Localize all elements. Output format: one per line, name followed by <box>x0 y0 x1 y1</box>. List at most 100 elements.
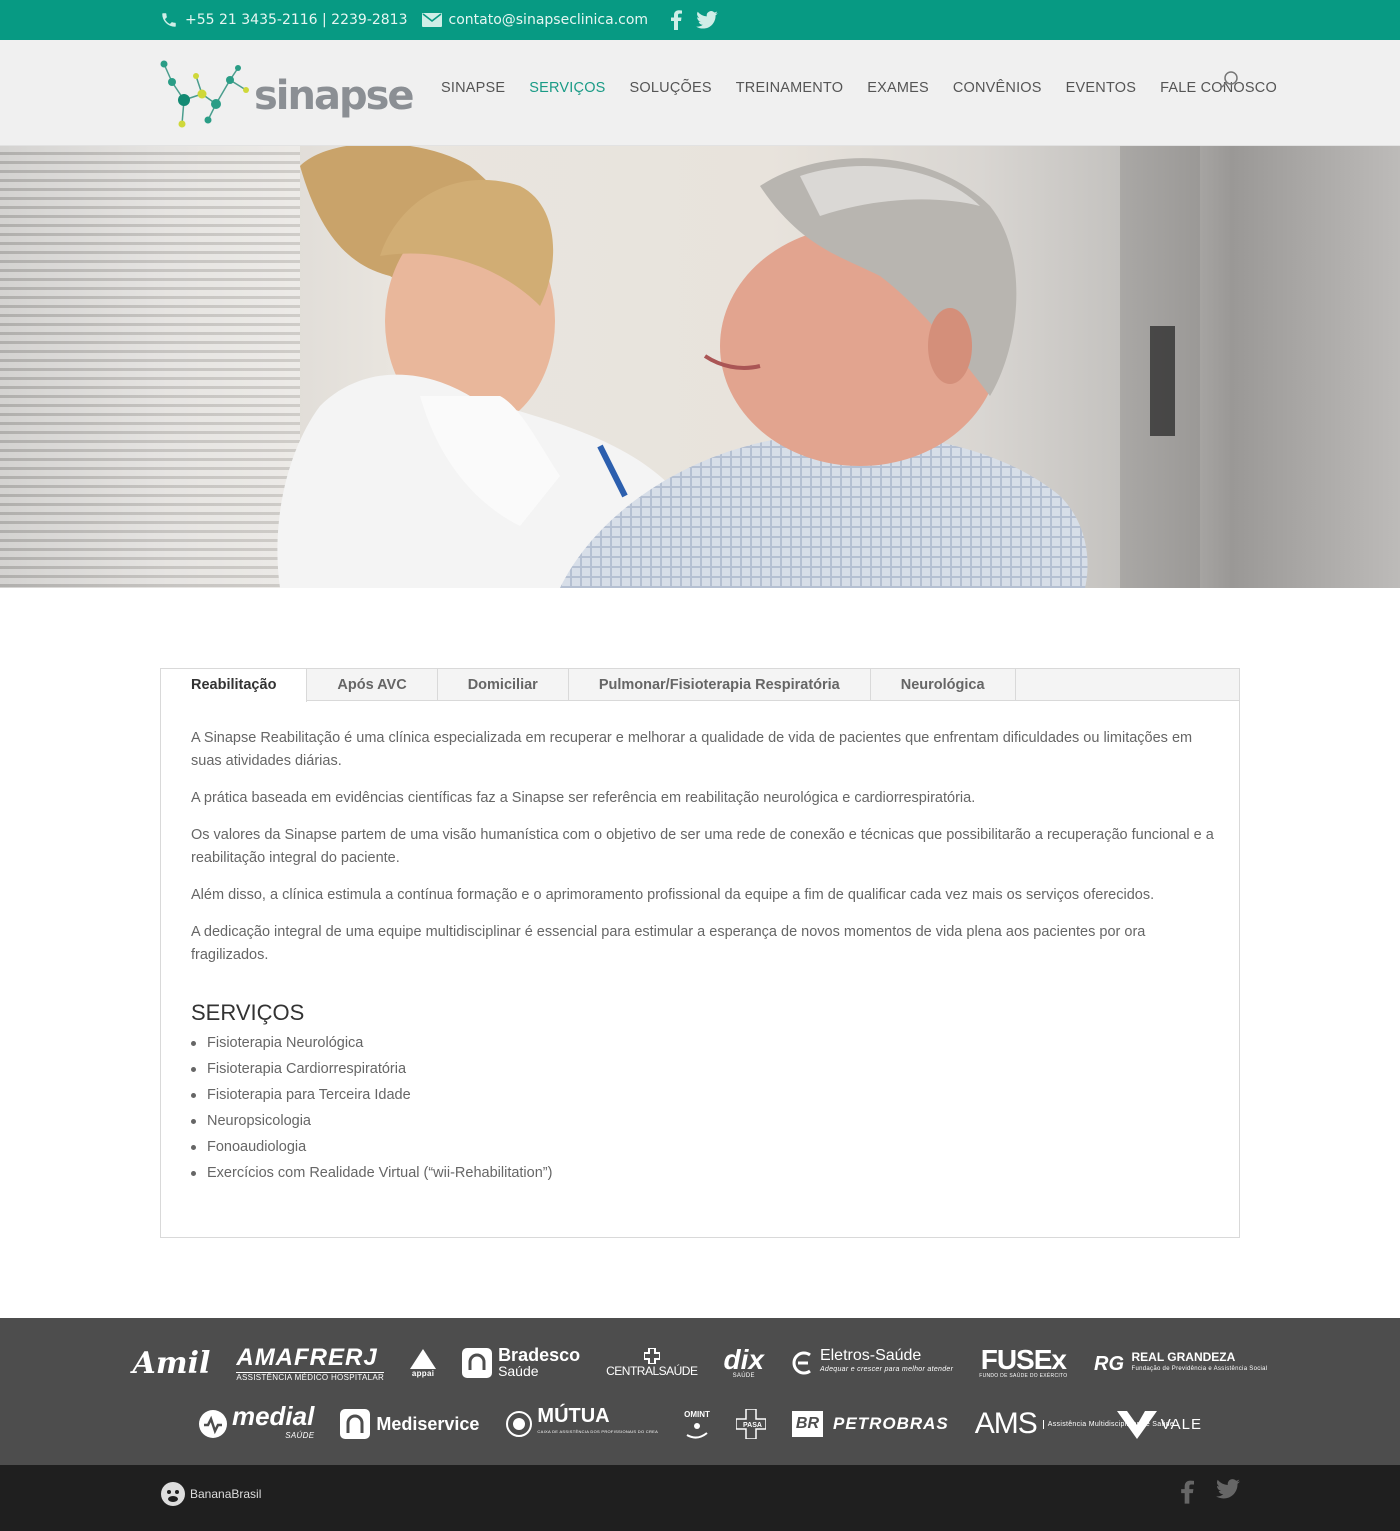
tab-pulmonar[interactable]: Pulmonar/Fisioterapia Respiratória <box>569 669 871 700</box>
tab-content: A Sinapse Reabilitação é uma clínica esp… <box>191 727 1215 1186</box>
medial-icon <box>198 1410 227 1438</box>
partner-medial-text: medial <box>231 1401 315 1431</box>
tab-domiciliar[interactable]: Domiciliar <box>438 669 569 700</box>
partner-vale-text: VALE <box>1160 1415 1203 1433</box>
facebook-icon[interactable] <box>670 10 683 30</box>
partner-amafrerj[interactable]: AMAFRERJ ASSISTÊNCIA MÉDICO HOSPITALAR <box>236 1344 385 1382</box>
partner-amil-text: Amil <box>132 1345 211 1381</box>
pasa-icon: PASA <box>735 1409 766 1439</box>
partner-bradesco-text: Bradesco <box>498 1345 581 1365</box>
phone-icon <box>162 13 176 27</box>
svg-text:RG: RG <box>1094 1353 1124 1373</box>
paragraph: Além disso, a clínica estimula a contínu… <box>191 887 1155 903</box>
footer-social <box>1180 1479 1240 1505</box>
partner-medial-sub: SAÚDE <box>285 1431 315 1440</box>
nav-convenios[interactable]: CONVÊNIOS <box>953 80 1042 96</box>
partner-fusex-sub: FUNDO DE SAÚDE DO EXÉRCITO <box>979 1373 1068 1379</box>
omint-icon <box>686 1422 708 1439</box>
list-item: Fisioterapia Cardiorrespiratória <box>191 1056 1215 1082</box>
list-item: Fonoaudiologia <box>191 1134 1215 1160</box>
partner-dix-text: dix <box>723 1344 764 1375</box>
partner-pasa-text: PASA <box>743 1422 762 1429</box>
email-contact[interactable]: contato@sinapseclinica.com <box>421 12 649 28</box>
mediservice-icon <box>340 1409 371 1439</box>
nav-eventos[interactable]: EVENTOS <box>1066 80 1136 96</box>
partner-omint-text: OMINT <box>684 1409 710 1419</box>
hero-photo-illustration <box>277 146 1200 588</box>
tab-reabilitacao[interactable]: Reabilitação <box>161 669 308 702</box>
nav-treinamento[interactable]: TREINAMENTO <box>736 80 843 96</box>
tab-neurologica[interactable]: Neurológica <box>871 669 1016 700</box>
cross-icon <box>643 1348 660 1364</box>
facebook-icon[interactable] <box>1180 1479 1194 1505</box>
partner-medial[interactable]: medial SAÚDE <box>198 1401 315 1444</box>
paragraph: Os valores da Sinapse partem de uma visã… <box>191 827 1214 866</box>
twitter-icon[interactable] <box>696 11 718 29</box>
nav-servicos[interactable]: SERVIÇOS <box>529 80 605 96</box>
nav-exames[interactable]: EXAMES <box>867 80 929 96</box>
bradesco-icon <box>462 1348 493 1378</box>
partner-fusex[interactable]: FUSEx FUNDO DE SAÚDE DO EXÉRCITO <box>979 1344 1068 1380</box>
nav-fale-conosco[interactable]: FALE CONOSCO <box>1160 80 1277 96</box>
eletros-icon <box>792 1351 811 1375</box>
logo-text: sinapse <box>254 73 415 119</box>
site-footer: BananaBrasil <box>0 1465 1400 1531</box>
logo[interactable]: sinapse <box>158 56 415 130</box>
paragraph: A Sinapse Reabilitação é uma clínica esp… <box>191 730 1193 769</box>
partner-amafrerj-sub: ASSISTÊNCIA MÉDICO HOSPITALAR <box>236 1372 385 1382</box>
vale-icon <box>1116 1411 1157 1439</box>
realgrandeza-icon: RG <box>1094 1353 1124 1373</box>
list-item: Exercícios com Realidade Virtual (“wii-R… <box>191 1160 1215 1186</box>
paragraph: A prática baseada em evidências científi… <box>191 790 976 806</box>
appai-triangle-icon <box>410 1348 437 1369</box>
partner-mediservice[interactable]: Mediservice <box>340 1409 479 1439</box>
partner-fusex-text: FUSEx <box>980 1344 1067 1375</box>
list-item: Fisioterapia para Terceira Idade <box>191 1082 1215 1108</box>
partners-row-2: medial SAÚDE Mediservice MÚTUA CAIXA DE … <box>0 1401 1400 1444</box>
partner-mutua-text: MÚTUA <box>537 1405 610 1427</box>
nav-sinapse[interactable]: SINAPSE <box>441 80 505 96</box>
partner-bradesco-sub: Saúde <box>498 1363 539 1379</box>
hero-image <box>0 146 1400 588</box>
partner-mediservice-text: Mediservice <box>376 1413 480 1434</box>
partner-amafrerj-text: AMAFRERJ <box>236 1344 378 1371</box>
partner-appai-text: appai <box>411 1368 435 1378</box>
partner-omint[interactable]: OMINT <box>684 1410 710 1439</box>
partner-petrobras[interactable]: BR PETROBRAS <box>791 1411 949 1437</box>
partner-eletros[interactable]: Eletros-Saúde Adequar e crescer para mel… <box>790 1348 954 1377</box>
twitter-icon[interactable] <box>1216 1479 1240 1499</box>
footer-brand[interactable]: BananaBrasil <box>160 1481 261 1507</box>
partner-mutua[interactable]: MÚTUA CAIXA DE ASSISTÊNCIA DOS PROFISSIO… <box>505 1405 659 1440</box>
partner-mutua-sub: CAIXA DE ASSISTÊNCIA DOS PROFISSIONAIS D… <box>537 1429 659 1434</box>
partner-ams[interactable]: AMS Assistência Multidisciplinar de Saúd… <box>975 1407 1174 1441</box>
top-bar: +55 21 3435-2116 | 2239-2813 contato@sin… <box>0 0 1400 40</box>
partners-row-1: Amil AMAFRERJ ASSISTÊNCIA MÉDICO HOSPITA… <box>0 1344 1400 1382</box>
partner-real-grandeza[interactable]: RG REAL GRANDEZA Fundação de Previdência… <box>1094 1351 1268 1375</box>
tab-apos-avc[interactable]: Após AVC <box>307 669 438 700</box>
phone-contact[interactable]: +55 21 3435-2116 | 2239-2813 <box>160 11 408 29</box>
search-icon[interactable] <box>1220 70 1240 90</box>
mutua-icon <box>506 1411 533 1437</box>
partner-bradesco[interactable]: Bradesco Saúde <box>462 1345 581 1379</box>
partner-centralsaude-text: CENTRALSAÚDE <box>606 1364 698 1378</box>
partner-br-text: BR <box>795 1415 820 1432</box>
email-text: contato@sinapseclinica.com <box>448 12 649 28</box>
partner-appai[interactable]: appai <box>410 1348 437 1378</box>
nav-solucoes[interactable]: SOLUÇÕES <box>630 80 712 96</box>
partner-vale[interactable]: VALE <box>1116 1409 1203 1439</box>
tabs-panel: Reabilitação Após AVC Domiciliar Pulmona… <box>160 668 1240 1238</box>
partner-ams-sub: Assistência Multidisciplinar de Saúde <box>1042 1419 1174 1429</box>
services-title: SERVIÇOS <box>191 1000 305 1025</box>
monkey-icon <box>161 1482 185 1506</box>
partner-centralsaude[interactable]: CENTRALSAÚDE <box>606 1348 698 1378</box>
partners-band: Amil AMAFRERJ ASSISTÊNCIA MÉDICO HOSPITA… <box>0 1318 1400 1465</box>
partner-dix[interactable]: dix SAÚDE <box>723 1344 764 1380</box>
partner-eletros-sub: Adequar e crescer para melhor atender <box>819 1366 954 1373</box>
partner-pasa[interactable]: PASA <box>735 1409 766 1439</box>
phone-text: +55 21 3435-2116 | 2239-2813 <box>185 12 408 28</box>
list-item: Fisioterapia Neurológica <box>191 1030 1215 1056</box>
footer-brand-text: BananaBrasil <box>190 1487 262 1501</box>
partner-amil[interactable]: Amil <box>133 1346 211 1381</box>
petrobras-br-badge: BR <box>791 1411 824 1437</box>
main-nav: SINAPSE SERVIÇOS SOLUÇÕES TREINAMENTO EX… <box>441 80 1301 96</box>
